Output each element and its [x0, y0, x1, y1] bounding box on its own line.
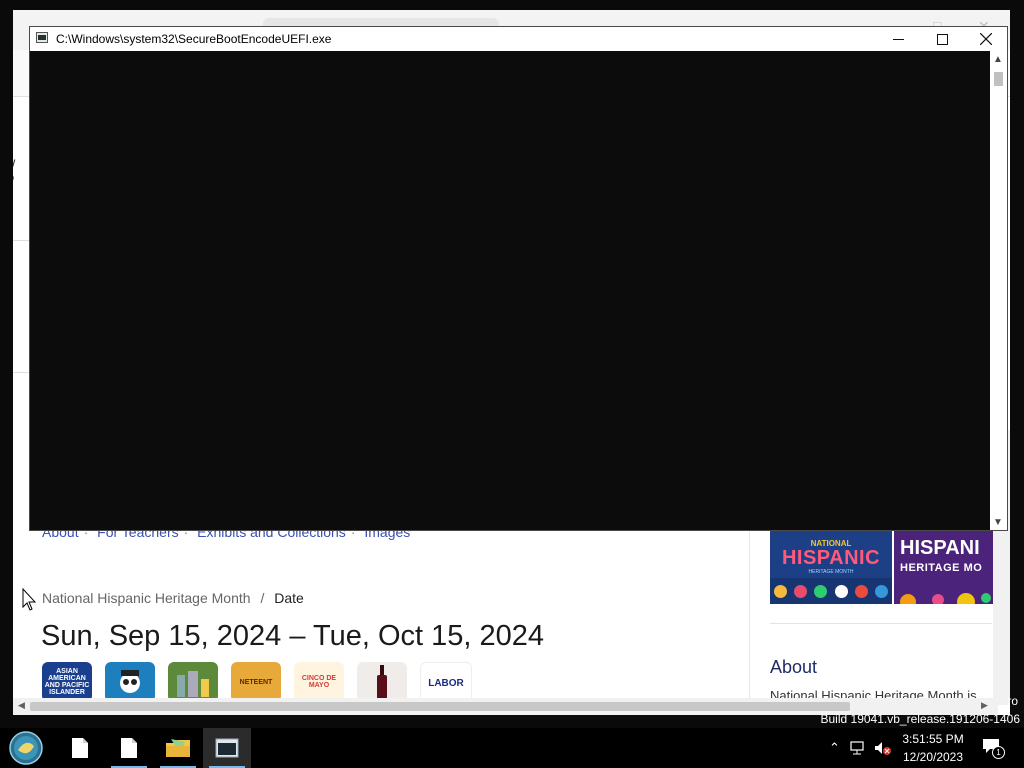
scroll-down-icon[interactable]: ▼ — [993, 517, 1003, 528]
start-orb-icon — [9, 731, 43, 765]
folder-icon — [166, 739, 190, 757]
system-clock[interactable]: 3:51:55 PM 12/20/2023 — [898, 730, 968, 766]
banner-text: HERITAGE MONTH — [808, 569, 854, 575]
fragment-line-1: W — [13, 157, 15, 171]
minimize-icon — [892, 38, 904, 40]
show-hidden-icons-icon[interactable]: ⌃ — [829, 740, 840, 756]
bottle-icon — [377, 665, 387, 699]
hispanic-heritage-banner-2[interactable]: HISPANI HERITAGE MO — [894, 531, 993, 604]
taskbar-app-notepad[interactable] — [105, 728, 153, 768]
breadcrumb-separator: / — [260, 590, 265, 606]
thumbnail-wine[interactable] — [357, 662, 407, 702]
notification-count-badge: 1 — [992, 746, 1005, 759]
about-heading: About — [770, 657, 818, 677]
maximize-button[interactable] — [920, 27, 964, 51]
console-window: C:\Windows\system32\SecureBootEncodeUEFI… — [29, 26, 1008, 531]
scroll-right-icon[interactable]: ▶ — [981, 700, 988, 711]
clock-time: 3:51:55 PM — [902, 732, 964, 746]
clock-date: 12/20/2023 — [902, 750, 964, 764]
hispanic-heritage-banner-1[interactable]: NATIONAL HISPANIC HERITAGE MONTH — [770, 531, 892, 604]
start-button[interactable] — [7, 730, 45, 766]
banner-decoration — [900, 593, 991, 604]
close-button[interactable] — [964, 27, 1008, 51]
thumbnail-cinco-de-mayo[interactable]: CINCO DE MAYO — [294, 662, 344, 702]
breadcrumb-parent-link[interactable]: National Hispanic Heritage Month — [42, 590, 251, 606]
action-center-button[interactable]: 1 — [982, 738, 1005, 759]
scrollbar-thumb[interactable] — [994, 72, 1003, 86]
fragment-line-2: to — [13, 171, 15, 185]
taskbar: ⌃ 3:51:55 PM 12/20/2023 1 — [0, 728, 1024, 768]
city-icon — [177, 671, 209, 697]
build-watermark: Build 19041.vb_release.191206-1406 — [820, 712, 1021, 726]
banner-text: HERITAGE MO — [900, 562, 983, 574]
console-app-icon — [215, 738, 239, 758]
network-icon[interactable] — [850, 740, 868, 756]
taskbar-app-explorer[interactable] — [154, 728, 202, 768]
divider — [770, 623, 992, 624]
console-titlebar[interactable]: C:\Windows\system32\SecureBootEncodeUEFI… — [30, 27, 1007, 51]
breadcrumb-current: Date — [274, 590, 304, 606]
thumbnail-city[interactable] — [168, 662, 218, 702]
thumbnail-caption: CINCO DE MAYO — [301, 675, 337, 689]
console-vertical-scrollbar[interactable]: ▲ ▼ — [990, 51, 1007, 530]
thumbnail-aapi[interactable]: ASIAN AMERICAN AND PACIFIC ISLANDER — [42, 662, 92, 702]
left-text-fragment: W to — [13, 157, 15, 185]
sidebar-divider — [749, 530, 750, 710]
banner-text: HISPANI — [900, 537, 980, 559]
thumbnail-day-of-dead[interactable] — [105, 662, 155, 702]
document-icon — [121, 738, 137, 758]
close-icon — [980, 33, 992, 45]
watermark-fragment: ro — [1007, 694, 1018, 708]
banner-decoration — [770, 578, 892, 604]
minimize-button[interactable] — [876, 27, 920, 51]
console-app-icon[interactable] — [36, 32, 48, 43]
maximize-icon — [936, 33, 948, 45]
thumbnail-caption: NETEENT — [239, 678, 273, 686]
skull-icon — [120, 670, 140, 693]
thumbnail-juneteenth[interactable]: NETEENT — [231, 662, 281, 702]
mouse-cursor-icon — [22, 588, 36, 611]
console-output-area[interactable] — [30, 51, 990, 530]
volume-muted-icon[interactable] — [874, 740, 892, 756]
console-title: C:\Windows\system32\SecureBootEncodeUEFI… — [56, 32, 332, 46]
page-title: Sun, Sep 15, 2024 – Tue, Oct 15, 2024 — [41, 620, 545, 652]
banner-text: HISPANIC — [781, 547, 881, 569]
scrollbar-thumb[interactable] — [30, 702, 850, 711]
scroll-left-icon[interactable]: ◀ — [18, 700, 25, 711]
thumbnail-caption: ASIAN AMERICAN AND PACIFIC ISLANDER — [44, 668, 90, 696]
document-icon — [72, 738, 88, 758]
breadcrumb: National Hispanic Heritage Month / Date — [42, 590, 304, 606]
scroll-up-icon[interactable]: ▲ — [993, 54, 1003, 65]
taskbar-app-file[interactable] — [56, 728, 104, 768]
thumbnail-caption: LABOR — [428, 677, 464, 689]
taskbar-app-console[interactable] — [203, 728, 251, 768]
